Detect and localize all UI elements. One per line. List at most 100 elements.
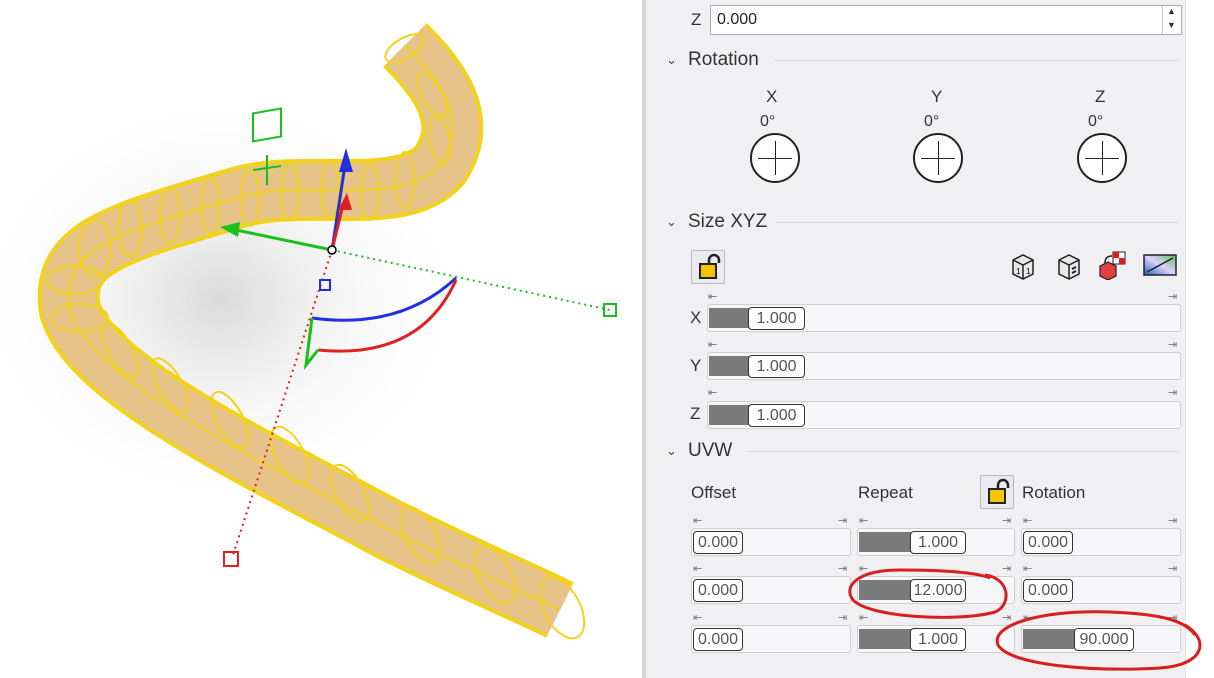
lock-icon	[988, 478, 1010, 504]
uvw-repeat-v-slider[interactable]: 12.000	[857, 576, 1015, 604]
lock-icon	[699, 253, 721, 279]
rotation-x-value: 0°	[760, 113, 776, 130]
box-dice-icon[interactable]	[1055, 252, 1083, 280]
size-lock-button[interactable]	[691, 250, 725, 284]
box-one-icon[interactable]: 11	[1009, 252, 1037, 280]
decrease-arrow-icon[interactable]: ⇤	[693, 611, 702, 624]
rotation-x-dial[interactable]	[750, 133, 800, 183]
increase-arrow-icon[interactable]: ⇥	[838, 514, 847, 527]
rotation-z-label: Z	[1095, 87, 1106, 106]
position-z-label: Z	[691, 10, 702, 29]
increase-arrow-icon[interactable]: ⇥	[1002, 611, 1011, 624]
decrease-arrow-icon[interactable]: ⇤	[708, 290, 717, 303]
rotation-z-dial[interactable]	[1077, 133, 1127, 183]
box-checker-icon[interactable]	[1097, 250, 1126, 281]
uvw-offset-v-field[interactable]: 0.000	[691, 576, 851, 604]
slider-fill	[709, 356, 751, 376]
chevron-down-icon: ⌄	[666, 52, 677, 67]
increase-arrow-icon[interactable]: ⇥	[1168, 562, 1177, 575]
section-rotation-header[interactable]: ⌄ Rotation	[666, 47, 759, 73]
slider-fill	[859, 580, 913, 600]
svg-text:1: 1	[1016, 267, 1021, 276]
spin-up-icon[interactable]: ▲	[1162, 6, 1180, 20]
slider-fill	[709, 308, 751, 328]
section-divider	[746, 451, 1179, 452]
decrease-arrow-icon[interactable]: ⇤	[1023, 562, 1032, 575]
rotation-y-value: 0°	[924, 113, 940, 130]
slider-fill	[859, 532, 913, 552]
slider-fill	[1023, 629, 1077, 649]
size-z-value[interactable]: 1.000	[748, 404, 805, 427]
uvw-rotation-u-value[interactable]: 0.000	[1023, 531, 1074, 554]
decrease-arrow-icon[interactable]: ⇤	[1023, 611, 1032, 624]
svg-text:1: 1	[1026, 267, 1031, 276]
uvw-repeat-v-value[interactable]: 12.000	[910, 579, 966, 602]
increase-arrow-icon[interactable]: ⇥	[838, 562, 847, 575]
viewport-3d[interactable]	[0, 0, 642, 678]
section-uvw-title: UVW	[688, 440, 733, 461]
decrease-arrow-icon[interactable]: ⇤	[859, 611, 868, 624]
uvw-rotation-v-value[interactable]: 0.000	[1023, 579, 1074, 602]
decrease-arrow-icon[interactable]: ⇤	[693, 562, 702, 575]
decrease-arrow-icon[interactable]: ⇤	[859, 514, 868, 527]
uvw-repeat-header: Repeat	[858, 483, 913, 502]
uvw-repeat-u-value[interactable]: 1.000	[910, 531, 966, 554]
uvw-offset-v-value[interactable]: 0.000	[693, 579, 744, 602]
uvw-rotation-w-slider[interactable]: 90.000	[1021, 625, 1181, 653]
decrease-arrow-icon[interactable]: ⇤	[708, 338, 717, 351]
decrease-arrow-icon[interactable]: ⇤	[1023, 514, 1032, 527]
section-rotation-title: Rotation	[688, 49, 759, 70]
properties-panel: Z 0.000 ▲ ▼ ⌄ Rotation X 0° Y 0° Z 0° ⌄ …	[646, 0, 1185, 678]
rotation-y-dial[interactable]	[913, 133, 963, 183]
uvw-offset-u-value[interactable]: 0.000	[693, 531, 744, 554]
size-x-value[interactable]: 1.000	[748, 307, 805, 330]
x-scale-handle[interactable]	[223, 551, 239, 567]
section-size-title: Size XYZ	[688, 211, 768, 232]
uvw-offset-w-value[interactable]: 0.000	[693, 628, 744, 651]
increase-arrow-icon[interactable]: ⇥	[1168, 290, 1177, 303]
size-y-value[interactable]: 1.000	[748, 355, 805, 378]
rotation-x-label: X	[766, 87, 778, 106]
gradient-swatch-icon[interactable]	[1143, 253, 1177, 281]
gumball-center[interactable]	[327, 245, 337, 255]
increase-arrow-icon[interactable]: ⇥	[1168, 611, 1177, 624]
uvw-repeat-w-value[interactable]: 1.000	[910, 628, 966, 651]
uvw-repeat-w-slider[interactable]: 1.000	[857, 625, 1015, 653]
section-divider	[774, 60, 1179, 61]
spin-down-icon[interactable]: ▼	[1162, 20, 1180, 34]
uvw-rotation-header: Rotation	[1022, 483, 1086, 502]
uvw-offset-u-field[interactable]: 0.000	[691, 528, 851, 556]
section-uvw-header[interactable]: ⌄ UVW	[666, 438, 732, 464]
uvw-repeat-u-slider[interactable]: 1.000	[857, 528, 1015, 556]
increase-arrow-icon[interactable]: ⇥	[1168, 514, 1177, 527]
increase-arrow-icon[interactable]: ⇥	[1168, 386, 1177, 399]
slider-fill	[859, 629, 913, 649]
increase-arrow-icon[interactable]: ⇥	[1002, 562, 1011, 575]
decrease-arrow-icon[interactable]: ⇤	[859, 562, 868, 575]
increase-arrow-icon[interactable]: ⇥	[1002, 514, 1011, 527]
repeat-lock-button[interactable]	[980, 475, 1014, 509]
decrease-arrow-icon[interactable]: ⇤	[708, 386, 717, 399]
uvw-rotation-u-field[interactable]: 0.000	[1021, 528, 1181, 556]
uvw-offset-w-field[interactable]: 0.000	[691, 625, 851, 653]
position-z-value: 0.000	[717, 11, 758, 28]
uvw-offset-header: Offset	[691, 483, 737, 502]
increase-arrow-icon[interactable]: ⇥	[838, 611, 847, 624]
increase-arrow-icon[interactable]: ⇥	[1168, 338, 1177, 351]
section-size-header[interactable]: ⌄ Size XYZ	[666, 209, 767, 235]
decrease-arrow-icon[interactable]: ⇤	[693, 514, 702, 527]
slider-fill	[709, 405, 751, 425]
position-z-input[interactable]: 0.000	[710, 5, 1182, 35]
uvw-rotation-v-field[interactable]: 0.000	[1021, 576, 1181, 604]
chevron-down-icon: ⌄	[666, 443, 677, 458]
rotation-z-value: 0°	[1088, 113, 1104, 130]
size-y-slider[interactable]: 1.000	[707, 352, 1181, 380]
size-z-label: Z	[690, 404, 701, 423]
size-z-slider[interactable]: 1.000	[707, 401, 1181, 429]
chevron-down-icon: ⌄	[666, 214, 677, 229]
uvw-rotation-w-value[interactable]: 90.000	[1074, 628, 1134, 651]
panel-scrollbar[interactable]	[1185, 0, 1214, 678]
size-x-slider[interactable]: 1.000	[707, 304, 1181, 332]
size-y-label: Y	[690, 356, 702, 375]
viewport-canvas[interactable]	[0, 0, 642, 678]
